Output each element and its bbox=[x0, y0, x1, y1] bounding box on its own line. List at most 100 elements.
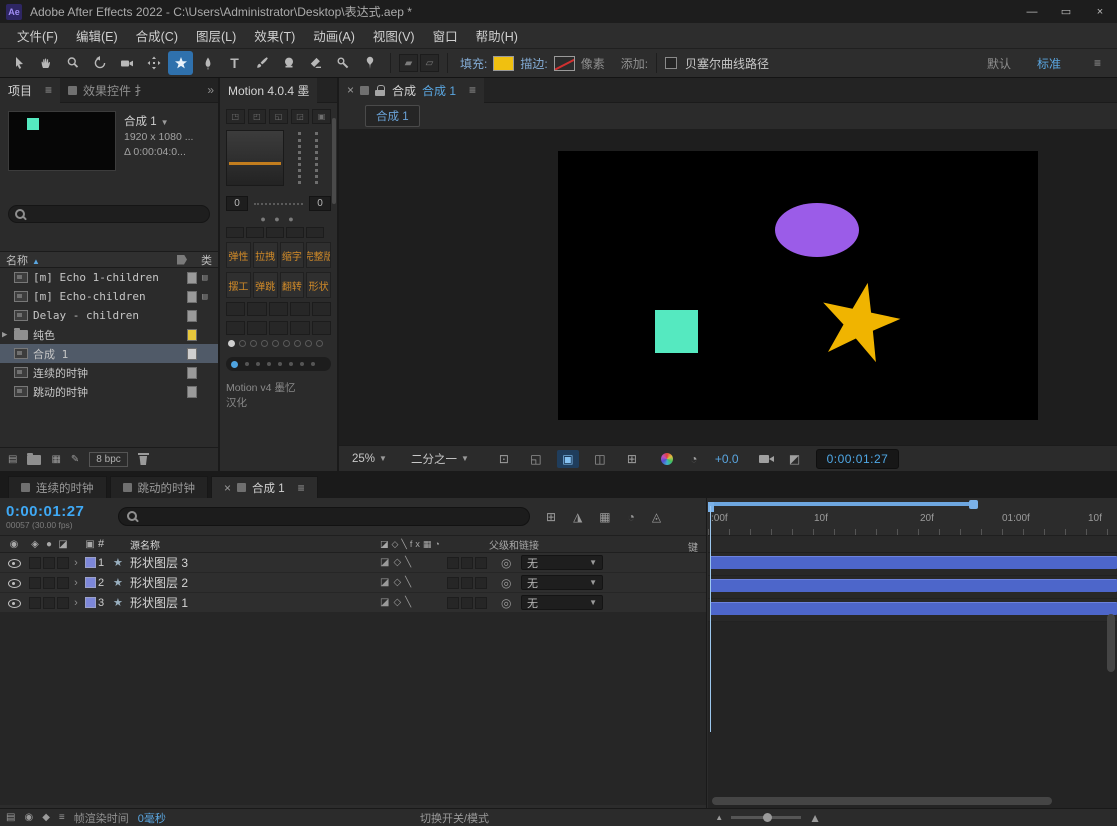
panel-menu-icon[interactable]: ≡ bbox=[298, 481, 305, 495]
expand-chevron-icon[interactable]: › bbox=[70, 577, 82, 589]
category-tab[interactable] bbox=[226, 227, 244, 238]
layer-color-swatch[interactable] bbox=[85, 557, 96, 568]
menu-file[interactable]: 文件(F) bbox=[8, 26, 67, 45]
close-button[interactable]: × bbox=[1083, 0, 1117, 23]
toggle-switches-label[interactable]: 切换开关/模式 bbox=[420, 810, 489, 826]
time-navigator-bar[interactable] bbox=[708, 502, 973, 506]
switch-cell[interactable] bbox=[461, 577, 473, 589]
visibility-eye-icon[interactable] bbox=[7, 576, 22, 589]
audio-toggle[interactable] bbox=[29, 597, 41, 609]
graph-editor-icon[interactable]: ◬ bbox=[652, 510, 661, 524]
grid-icon[interactable]: ◱ bbox=[525, 450, 547, 468]
motion-action-button[interactable]: 摆工 bbox=[226, 272, 251, 298]
interpret-footage-icon[interactable]: ▤ bbox=[8, 454, 17, 465]
audio-icon[interactable]: ◆ bbox=[42, 812, 50, 823]
switch-cell[interactable] bbox=[447, 597, 459, 609]
zoom-in-mountain-icon[interactable]: ▲ bbox=[809, 811, 821, 825]
collapse-switch[interactable]: ╲ bbox=[405, 577, 411, 588]
category-tab[interactable] bbox=[286, 227, 304, 238]
switch-cell[interactable] bbox=[447, 577, 459, 589]
panel-menu-icon[interactable]: ≡ bbox=[469, 83, 476, 97]
current-time-indicator[interactable] bbox=[710, 506, 711, 732]
time-navigator-handle[interactable] bbox=[969, 500, 978, 509]
comp-thumbnail[interactable] bbox=[8, 111, 116, 171]
exposure-value[interactable]: +0.0 bbox=[715, 452, 739, 466]
tool-creates-mask-button[interactable]: ▱ bbox=[420, 54, 439, 72]
time-ruler[interactable]: :00f 10f 20f 01:00f 10f bbox=[708, 498, 1117, 535]
comp-breadcrumb-button[interactable]: 合成 1 bbox=[365, 105, 420, 127]
rotation-tool-icon[interactable] bbox=[87, 51, 112, 75]
switch-cell[interactable] bbox=[475, 577, 487, 589]
effects-switch[interactable]: ◇ bbox=[393, 557, 401, 568]
preview-comp-name[interactable]: 合成 1▼ bbox=[124, 115, 193, 130]
motion-preset-button[interactable] bbox=[269, 321, 288, 335]
project-list-header[interactable]: 名称▲ 类 bbox=[0, 251, 218, 268]
snapshot-camera-icon[interactable] bbox=[759, 453, 774, 464]
current-time-indicator-head[interactable] bbox=[708, 502, 714, 512]
render-queue-icon[interactable]: ▤ bbox=[6, 812, 15, 823]
workspace-standard[interactable]: 标准 bbox=[1037, 55, 1061, 72]
panel-drag-handle[interactable]: ● ● ● bbox=[226, 214, 331, 224]
composition-viewer[interactable] bbox=[339, 129, 1117, 445]
selection-tool-icon[interactable] bbox=[6, 51, 31, 75]
tab-effect-controls[interactable]: 效果控件 扌 bbox=[60, 78, 154, 103]
add-label[interactable]: 添加: bbox=[621, 55, 648, 72]
timeline-tab-comp1[interactable]: × 合成 1 ≡ bbox=[211, 476, 318, 498]
switch-cell[interactable] bbox=[475, 557, 487, 569]
workspace-default[interactable]: 默认 bbox=[987, 55, 1011, 72]
motion-tool-button[interactable]: ◱ bbox=[269, 109, 288, 124]
effects-switch[interactable]: ◇ bbox=[393, 577, 401, 588]
list-icon[interactable]: ≡ bbox=[59, 812, 65, 823]
zoom-slider-thumb[interactable] bbox=[763, 813, 772, 822]
column-type[interactable]: 类 bbox=[201, 252, 212, 268]
layer-duration-bar[interactable] bbox=[710, 602, 1117, 615]
fill-color-swatch[interactable] bbox=[493, 56, 514, 71]
layer-duration-bar[interactable] bbox=[710, 556, 1117, 569]
mask-visibility-icon[interactable]: ◫ bbox=[589, 450, 611, 468]
switch-cell[interactable] bbox=[461, 597, 473, 609]
switch-cell[interactable] bbox=[461, 557, 473, 569]
adjust-icon[interactable]: ✎ bbox=[71, 454, 79, 465]
motion-action-button[interactable]: 翻转 bbox=[280, 272, 305, 298]
menu-window[interactable]: 窗口 bbox=[424, 26, 467, 45]
page-indicator-dots[interactable] bbox=[228, 340, 331, 347]
motion-tool-button[interactable]: ◳ bbox=[226, 109, 245, 124]
tag-column-icon[interactable] bbox=[177, 255, 187, 265]
vertical-scrollbar[interactable] bbox=[1107, 614, 1115, 672]
timeline-search-input[interactable] bbox=[118, 507, 530, 526]
menu-view[interactable]: 视图(V) bbox=[364, 26, 424, 45]
solo-toggle[interactable] bbox=[43, 557, 55, 569]
new-composition-icon[interactable]: ▦ bbox=[51, 454, 60, 465]
motion-tool-button[interactable]: ◰ bbox=[248, 109, 267, 124]
delete-trash-icon[interactable] bbox=[138, 453, 149, 466]
project-search-input[interactable] bbox=[8, 205, 210, 223]
motion-preset-button[interactable] bbox=[269, 302, 288, 316]
current-timecode[interactable]: 0:00:01:27 bbox=[6, 503, 118, 520]
show-snapshot-icon[interactable]: ◩ bbox=[784, 450, 806, 468]
category-tab[interactable] bbox=[306, 227, 324, 238]
layer-row-3[interactable]: › 3 ★ 形状图层 1 ◪◇╲ ◎ 无▼ bbox=[0, 593, 706, 613]
lock-toggle[interactable] bbox=[57, 557, 69, 569]
menu-effect[interactable]: 效果(T) bbox=[245, 26, 304, 45]
pick-whip-icon[interactable]: ◎ bbox=[501, 596, 521, 610]
reset-exposure-icon[interactable]: ◔ bbox=[683, 450, 705, 468]
parent-dropdown[interactable]: 无▼ bbox=[521, 555, 603, 570]
pen-tool-icon[interactable] bbox=[195, 51, 220, 75]
menu-animation[interactable]: 动画(A) bbox=[304, 26, 364, 45]
timeline-tab-continuous-clock[interactable]: 连续的时钟 bbox=[8, 476, 107, 498]
motion-preset-button[interactable] bbox=[312, 302, 331, 316]
layer-color-swatch[interactable] bbox=[85, 577, 96, 588]
shape-tool-icon[interactable] bbox=[168, 51, 193, 75]
layer-row-2[interactable]: › 2 ★ 形状图层 2 ◪◇╲ ◎ 无▼ bbox=[0, 573, 706, 593]
menu-edit[interactable]: 编辑(E) bbox=[67, 26, 127, 45]
motion-action-button[interactable]: 形状 bbox=[306, 272, 331, 298]
layer-name[interactable]: 形状图层 2 bbox=[130, 574, 380, 591]
solo-toggle[interactable] bbox=[43, 577, 55, 589]
motion-action-button[interactable]: 弹性 bbox=[226, 242, 251, 268]
expand-chevron-icon[interactable]: › bbox=[70, 597, 82, 609]
resolution-select[interactable]: 二分之一▼ bbox=[411, 451, 469, 467]
text-tool-icon[interactable]: T bbox=[222, 51, 247, 75]
zoom-tool-icon[interactable] bbox=[60, 51, 85, 75]
visibility-eye-icon[interactable] bbox=[7, 596, 22, 609]
mini-flowchart-icon[interactable]: ⊞ bbox=[546, 510, 556, 524]
